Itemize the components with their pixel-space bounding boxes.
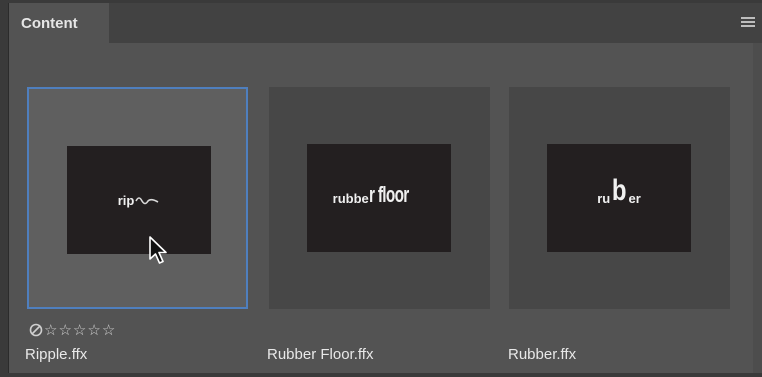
hamburger-menu-icon[interactable] xyxy=(741,17,755,27)
preview-rubber-text-c: er xyxy=(628,190,641,206)
preview-rubber-floor-text-b: r floor xyxy=(368,182,409,207)
tab-bar: Content xyxy=(9,3,762,43)
star-icon-1[interactable]: ☆ xyxy=(44,321,57,339)
reject-circle-icon[interactable] xyxy=(29,323,43,337)
rating-row: ☆ ☆ ☆ ☆ ☆ xyxy=(29,321,115,339)
star-icon-2[interactable]: ☆ xyxy=(58,321,71,339)
preview-rubber-floor: rubbe r floor xyxy=(307,144,451,252)
preview-rubber: ru b er xyxy=(547,144,691,252)
preview-rubber-text-b: b xyxy=(612,174,627,207)
preview-rubber-floor-text-a: rubbe xyxy=(332,190,369,206)
preview-rubber-text-a: ru xyxy=(597,190,611,206)
filename-rubber[interactable]: Rubber.ffx xyxy=(508,346,576,363)
content-panel: Content rip rubbe r floor ru b er ☆ ☆ ☆ … xyxy=(8,3,762,373)
preview-ripple: rip xyxy=(67,146,211,254)
filename-ripple[interactable]: Ripple.ffx xyxy=(25,346,87,363)
star-icon-3[interactable]: ☆ xyxy=(73,321,86,339)
ripple-wave-icon xyxy=(135,197,159,205)
tab-content[interactable]: Content xyxy=(9,3,109,43)
star-icon-5[interactable]: ☆ xyxy=(102,321,115,339)
thumbnail-rubber[interactable]: ru b er xyxy=(509,87,730,309)
filename-rubber-floor[interactable]: Rubber Floor.ffx xyxy=(267,346,373,363)
thumbnail-ripple[interactable]: rip xyxy=(27,87,248,309)
tab-content-label: Content xyxy=(21,14,78,32)
vertical-scrollbar[interactable] xyxy=(753,43,762,373)
thumbnail-rubber-floor[interactable]: rubbe r floor xyxy=(269,87,490,309)
preview-ripple-text: rip xyxy=(117,192,135,208)
star-icon-4[interactable]: ☆ xyxy=(87,321,100,339)
mouse-pointer-icon xyxy=(149,236,167,264)
